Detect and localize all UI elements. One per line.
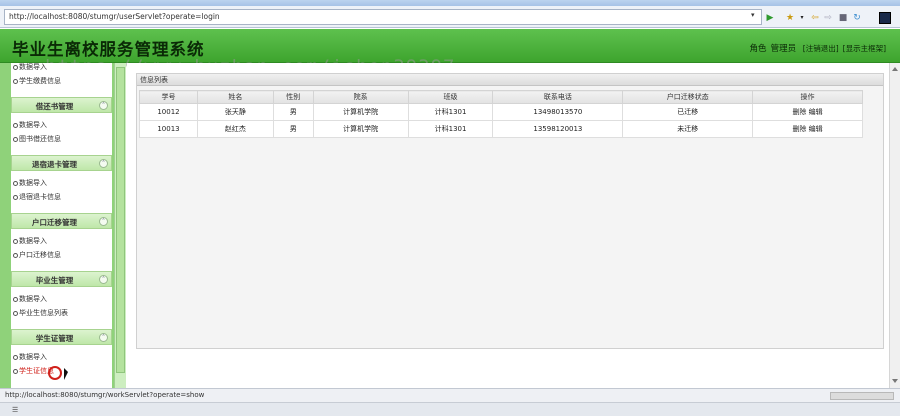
table-row: 10013 赵红杰 男 计算机学院 计科1301 13598120013 未迁移… — [139, 120, 863, 138]
cell-dept: 计算机学院 — [312, 103, 409, 121]
bottom-strip: ☰ — [0, 402, 900, 416]
sidebar-item-hukou-info[interactable]: 户口迁移信息 — [11, 248, 112, 262]
back-icon[interactable]: ⇦ — [810, 13, 820, 23]
scroll-down-icon[interactable] — [892, 379, 898, 383]
status-progress — [830, 392, 894, 400]
col-header: 操作 — [752, 90, 863, 104]
sidebar-item-graduate-list[interactable]: 毕业生信息列表 — [11, 306, 112, 320]
content-scrollbar[interactable] — [889, 63, 900, 388]
sidebar-item-books-info[interactable]: 图书借还信息 — [11, 132, 112, 146]
forward-icon[interactable]: ⇨ — [823, 13, 833, 23]
col-header: 班级 — [407, 90, 494, 104]
col-header: 联系电话 — [492, 90, 624, 104]
sidebar-item-import[interactable]: 数据导入 — [11, 60, 112, 74]
logout-link[interactable]: [注销退出] — [803, 44, 839, 53]
section-title: 毕业生管理 — [35, 276, 74, 285]
section-header[interactable]: 借还书管理 ⌃ — [11, 97, 112, 113]
main-content: 信息列表 学号 姓名 性别 院系 班级 联系电话 户口迁移状态 操作 10012… — [127, 63, 889, 388]
cell-id: 10013 — [139, 120, 198, 138]
cell-gender: 男 — [272, 120, 314, 138]
edit-link[interactable]: 编辑 — [809, 125, 823, 133]
sidebar-scroll-thumb[interactable] — [116, 67, 125, 373]
collapse-icon[interactable]: ⌃ — [99, 333, 108, 342]
status-bar: http://localhost:8080/stumgr/workServlet… — [0, 388, 900, 402]
sidebar-item-import[interactable]: 数据导入 — [11, 350, 112, 364]
mouse-cursor-icon — [64, 368, 68, 380]
info-panel: 信息列表 学号 姓名 性别 院系 班级 联系电话 户口迁移状态 操作 10012… — [136, 73, 884, 349]
bookmark-icon[interactable]: ★ — [785, 13, 795, 23]
delete-link[interactable]: 删除 — [792, 108, 806, 116]
info-table: 学号 姓名 性别 院系 班级 联系电话 户口迁移状态 操作 10012 张天静 … — [139, 90, 863, 138]
collapse-icon[interactable]: ⌃ — [99, 217, 108, 226]
cell-actions: 删除 编辑 — [752, 120, 863, 138]
dropdown-arrow-icon[interactable]: ▾ — [751, 11, 755, 19]
section-title: 户口迁移管理 — [32, 218, 77, 227]
cell-class: 计科1301 — [407, 103, 494, 121]
delete-link[interactable]: 删除 — [792, 125, 806, 133]
cell-phone: 13498013570 — [492, 103, 624, 121]
sidebar-section-dorm: 退宿退卡管理 ⌃ 数据导入 退宿退卡信息 — [11, 155, 112, 204]
collapse-icon[interactable]: ⌃ — [99, 159, 108, 168]
collapse-icon[interactable]: ⌃ — [99, 275, 108, 284]
section-header[interactable]: 学生证管理 ⌃ — [11, 329, 112, 345]
go-icon[interactable]: ▶ — [765, 13, 775, 23]
sidebar-item-import[interactable]: 数据导入 — [11, 234, 112, 248]
col-header: 性别 — [272, 90, 314, 104]
table-header-row: 学号 姓名 性别 院系 班级 联系电话 户口迁移状态 操作 — [139, 90, 863, 104]
url-input[interactable]: http://localhost:8080/stumgr/userServlet… — [4, 9, 762, 25]
section-header[interactable]: 毕业生管理 ⌃ — [11, 271, 112, 287]
cell-dept: 计算机学院 — [312, 120, 409, 138]
role-label: 角色 — [749, 44, 767, 54]
chevron-down-icon[interactable]: ▾ — [797, 13, 807, 23]
col-header: 姓名 — [196, 90, 274, 104]
col-header: 学号 — [139, 90, 198, 104]
sidebar-item-import[interactable]: 数据导入 — [11, 292, 112, 306]
cell-gender: 男 — [272, 103, 314, 121]
col-header: 院系 — [312, 90, 409, 104]
click-indicator — [48, 366, 62, 380]
app-title: 毕业生离校服务管理系统 — [12, 40, 205, 59]
stop-icon[interactable]: ■ — [838, 13, 848, 23]
address-toolbar: http://localhost:8080/stumgr/userServlet… — [0, 6, 900, 28]
cell-id: 10012 — [139, 103, 198, 121]
cell-name: 张天静 — [196, 103, 274, 121]
panel-title: 信息列表 — [137, 74, 883, 86]
sidebar-section-partial: 数据导入 学生缴费信息 — [11, 60, 112, 88]
section-title: 退宿退卡管理 — [32, 160, 77, 169]
scroll-up-icon[interactable] — [892, 67, 898, 71]
panel-tab-icon[interactable]: ☰ — [12, 406, 18, 414]
refresh-icon[interactable]: ↻ — [852, 13, 862, 23]
sidebar-section-graduates: 毕业生管理 ⌃ 数据导入 毕业生信息列表 — [11, 271, 112, 320]
role-value: 管理员 — [770, 44, 797, 54]
sidebar-section-hukou: 户口迁移管理 ⌃ 数据导入 户口迁移信息 — [11, 213, 112, 262]
sidebar-scrollbar[interactable] — [114, 63, 126, 388]
user-info: 角色 管理员 [注销退出] [显示主框架] — [746, 42, 886, 54]
cell-status: 未迁移 — [622, 120, 754, 138]
section-title: 学生证管理 — [35, 334, 74, 343]
cell-status: 已迁移 — [622, 103, 754, 121]
status-url: http://localhost:8080/stumgr/workServlet… — [5, 391, 205, 399]
cell-actions: 删除 编辑 — [752, 103, 863, 121]
sidebar-menu: 数据导入 学生缴费信息 借还书管理 ⌃ 数据导入 图书借还信息 退宿退卡管理 ⌃… — [11, 63, 112, 388]
app-header: 毕业生离校服务管理系统 角色 管理员 [注销退出] [显示主框架] — [0, 29, 900, 63]
section-title: 借还书管理 — [35, 102, 74, 111]
menu-icon[interactable] — [879, 12, 891, 24]
edit-link[interactable]: 编辑 — [809, 108, 823, 116]
sidebar-item-import[interactable]: 数据导入 — [11, 176, 112, 190]
sidebar: 数据导入 学生缴费信息 借还书管理 ⌃ 数据导入 图书借还信息 退宿退卡管理 ⌃… — [0, 63, 126, 388]
cell-class: 计科1301 — [407, 120, 494, 138]
sidebar-item-fee-info[interactable]: 学生缴费信息 — [11, 74, 112, 88]
sidebar-item-import[interactable]: 数据导入 — [11, 118, 112, 132]
section-header[interactable]: 退宿退卡管理 ⌃ — [11, 155, 112, 171]
cell-phone: 13598120013 — [492, 120, 624, 138]
toggle-frame-link[interactable]: [显示主框架] — [843, 44, 886, 53]
section-header[interactable]: 户口迁移管理 ⌃ — [11, 213, 112, 229]
col-header: 户口迁移状态 — [622, 90, 754, 104]
sidebar-section-books: 借还书管理 ⌃ 数据导入 图书借还信息 — [11, 97, 112, 146]
table-row: 10012 张天静 男 计算机学院 计科1301 13498013570 已迁移… — [139, 103, 863, 121]
cell-name: 赵红杰 — [196, 120, 274, 138]
collapse-icon[interactable]: ⌃ — [99, 101, 108, 110]
sidebar-item-dorm-info[interactable]: 退宿退卡信息 — [11, 190, 112, 204]
